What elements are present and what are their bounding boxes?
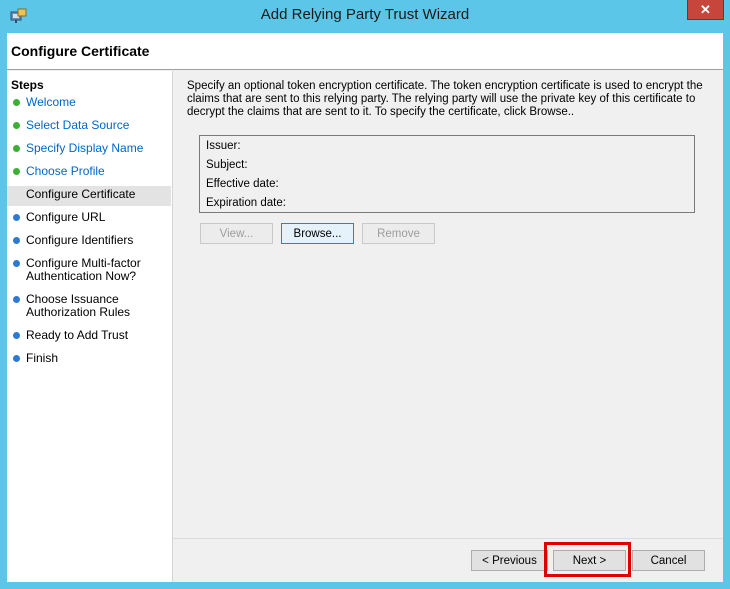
- wizard-window: Add Relying Party Trust Wizard ✕ Configu…: [0, 0, 730, 589]
- close-icon: ✕: [700, 1, 711, 17]
- pending-step-icon: [13, 214, 20, 221]
- step-item: Ready to Add Trust: [7, 327, 171, 344]
- step-label: Configure Certificate: [26, 187, 136, 201]
- subject-label: Subject:: [206, 159, 248, 171]
- pending-step-icon: [13, 355, 20, 362]
- pending-step-icon: [13, 296, 20, 303]
- step-item: Welcome: [7, 94, 171, 111]
- step-label: Choose Issuance Authorization Rules: [26, 292, 131, 319]
- cancel-button[interactable]: Cancel: [632, 550, 705, 571]
- remove-button[interactable]: Remove: [362, 223, 435, 244]
- completed-step-icon: [13, 122, 20, 129]
- step-item: Specify Display Name: [7, 140, 171, 157]
- description-text: Specify an optional token encryption cer…: [187, 80, 703, 118]
- step-item: Finish: [7, 350, 171, 367]
- certificate-info-box: Issuer: Subject: Effective date: Expirat…: [199, 135, 695, 213]
- steps-panel: Steps Welcome Select Data Source Specify D…: [7, 71, 173, 582]
- effective-date-label: Effective date:: [206, 178, 279, 190]
- step-item: Select Data Source: [7, 117, 171, 134]
- step-item: Choose Issuance Authorization Rules: [7, 291, 171, 321]
- page-header: Configure Certificate: [7, 33, 723, 70]
- pending-step-icon: [13, 237, 20, 244]
- issuer-label: Issuer:: [206, 140, 241, 152]
- browse-button[interactable]: Browse...: [281, 223, 354, 244]
- step-label: Specify Display Name: [26, 141, 144, 155]
- expiration-date-label: Expiration date:: [206, 197, 286, 209]
- step-label: Welcome: [26, 95, 76, 109]
- next-button-highlight: [544, 542, 631, 577]
- step-label: Configure Multi-factor Authentication No…: [26, 256, 141, 283]
- page-title: Configure Certificate: [11, 43, 150, 59]
- previous-button[interactable]: < Previous: [471, 550, 548, 571]
- step-item: Configure URL: [7, 209, 171, 226]
- step-item: Configure Certificate: [7, 186, 171, 206]
- view-button[interactable]: View...: [200, 223, 273, 244]
- step-item: Configure Identifiers: [7, 232, 171, 249]
- completed-step-icon: [13, 168, 20, 175]
- content-panel: Specify an optional token encryption cer…: [173, 71, 723, 582]
- footer-divider: [173, 538, 723, 539]
- step-label: Configure URL: [26, 210, 106, 224]
- step-label: Select Data Source: [26, 118, 130, 132]
- step-label: Ready to Add Trust: [26, 328, 129, 342]
- step-item: Choose Profile: [7, 163, 171, 180]
- completed-step-icon: [13, 145, 20, 152]
- title-bar[interactable]: Add Relying Party Trust Wizard ✕: [0, 0, 730, 33]
- pending-step-icon: [13, 332, 20, 339]
- pending-step-icon: [13, 260, 20, 267]
- step-item: Configure Multi-factor Authentication No…: [7, 255, 171, 285]
- completed-step-icon: [13, 99, 20, 106]
- wizard-client-area: Configure Certificate Steps Welcome Selec…: [7, 33, 723, 582]
- step-label: Choose Profile: [26, 164, 105, 178]
- step-label: Configure Identifiers: [26, 233, 134, 247]
- steps-heading: Steps: [11, 78, 44, 92]
- pending-step-icon: [13, 191, 20, 198]
- window-title: Add Relying Party Trust Wizard: [260, 6, 470, 23]
- close-button[interactable]: ✕: [687, 0, 724, 20]
- step-label: Finish: [26, 351, 59, 365]
